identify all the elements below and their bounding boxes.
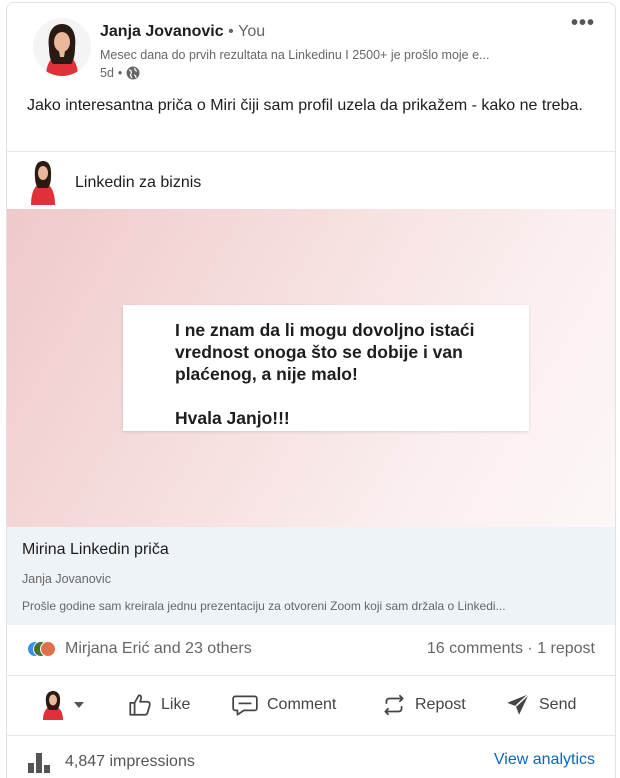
like-button[interactable]: Like [127,685,190,725]
action-bar: Like Comment Repost Send [7,685,615,725]
love-reaction-icon [40,641,56,657]
engagement-counts: 16 comments · 1 repost [427,640,595,658]
document-preview[interactable]: I ne znam da li mogu dovoljno istaći vre… [7,209,615,527]
meta-separator: • [117,66,123,80]
author-name-line: Janja Jovanovic • You [100,23,265,41]
author-headline: Mesec dana do prvih rezultata na Linkedi… [100,48,490,62]
publisher-avatar[interactable] [29,159,57,205]
you-badge: You [238,23,266,40]
like-label: Like [161,696,191,713]
article-link[interactable]: Mirina Linkedin priča Janja Jovanovic Pr… [7,527,615,625]
globe-icon [126,66,140,80]
send-icon [507,693,530,715]
reactions-label: Mirjana Erić and 23 others [65,640,252,657]
bar-chart-icon [28,753,50,773]
author-avatar[interactable] [33,18,91,76]
impressions-stat: 4,847 impressions [27,751,195,773]
divider [7,151,615,152]
reposts-count[interactable]: 1 repost [537,640,595,657]
author-name[interactable]: Janja Jovanovic [100,23,224,40]
quote-thanks: Hvala Janjo!!! [175,408,290,428]
post-card: Janja Jovanovic • You Mesec dana do prvi… [6,2,616,778]
comment-label: Comment [267,696,337,713]
post-time: 5d [100,66,114,80]
quote-box: I ne znam da li mogu dovoljno istaći vre… [123,305,529,431]
reaction-icons [27,639,63,659]
article-title: Mirina Linkedin priča [22,541,169,558]
publisher-name[interactable]: Linkedin za biznis [75,174,201,192]
actor-avatar [43,691,63,720]
post-text: Jako interesantna priča o Miri čiji sam … [27,97,583,114]
count-separator: · [527,640,533,657]
post-meta: 5d • [100,66,140,80]
quote-line: I ne znam da li mogu dovoljno istaći [175,320,475,340]
send-label: Send [539,696,577,713]
divider [7,675,615,676]
view-analytics-link[interactable]: View analytics [494,751,595,769]
quote-line: vrednost onoga što se dobije i van [175,342,463,362]
send-button[interactable]: Send [505,685,576,725]
separator-dot: • [228,23,234,40]
impressions-count: 4,847 impressions [65,753,195,770]
comment-icon [232,695,258,716]
repost-label: Repost [415,696,466,713]
chevron-down-icon [74,702,84,708]
article-author: Janja Jovanovic [22,572,111,586]
reactions-summary[interactable]: Mirjana Erić and 23 others [27,639,252,659]
comments-count[interactable]: 16 comments [427,640,523,657]
repost-button[interactable]: Repost [381,685,466,725]
more-options-icon[interactable]: ••• [571,13,595,33]
comment-button[interactable]: Comment [231,685,336,725]
article-description: Prošle godine sam kreirala jednu prezent… [22,599,506,613]
quote-line: plaćenog, a nije malo! [175,364,358,384]
thumbs-up-icon [129,694,151,716]
divider [7,735,615,736]
repost-icon [384,694,404,716]
react-as-selector[interactable] [41,685,85,725]
